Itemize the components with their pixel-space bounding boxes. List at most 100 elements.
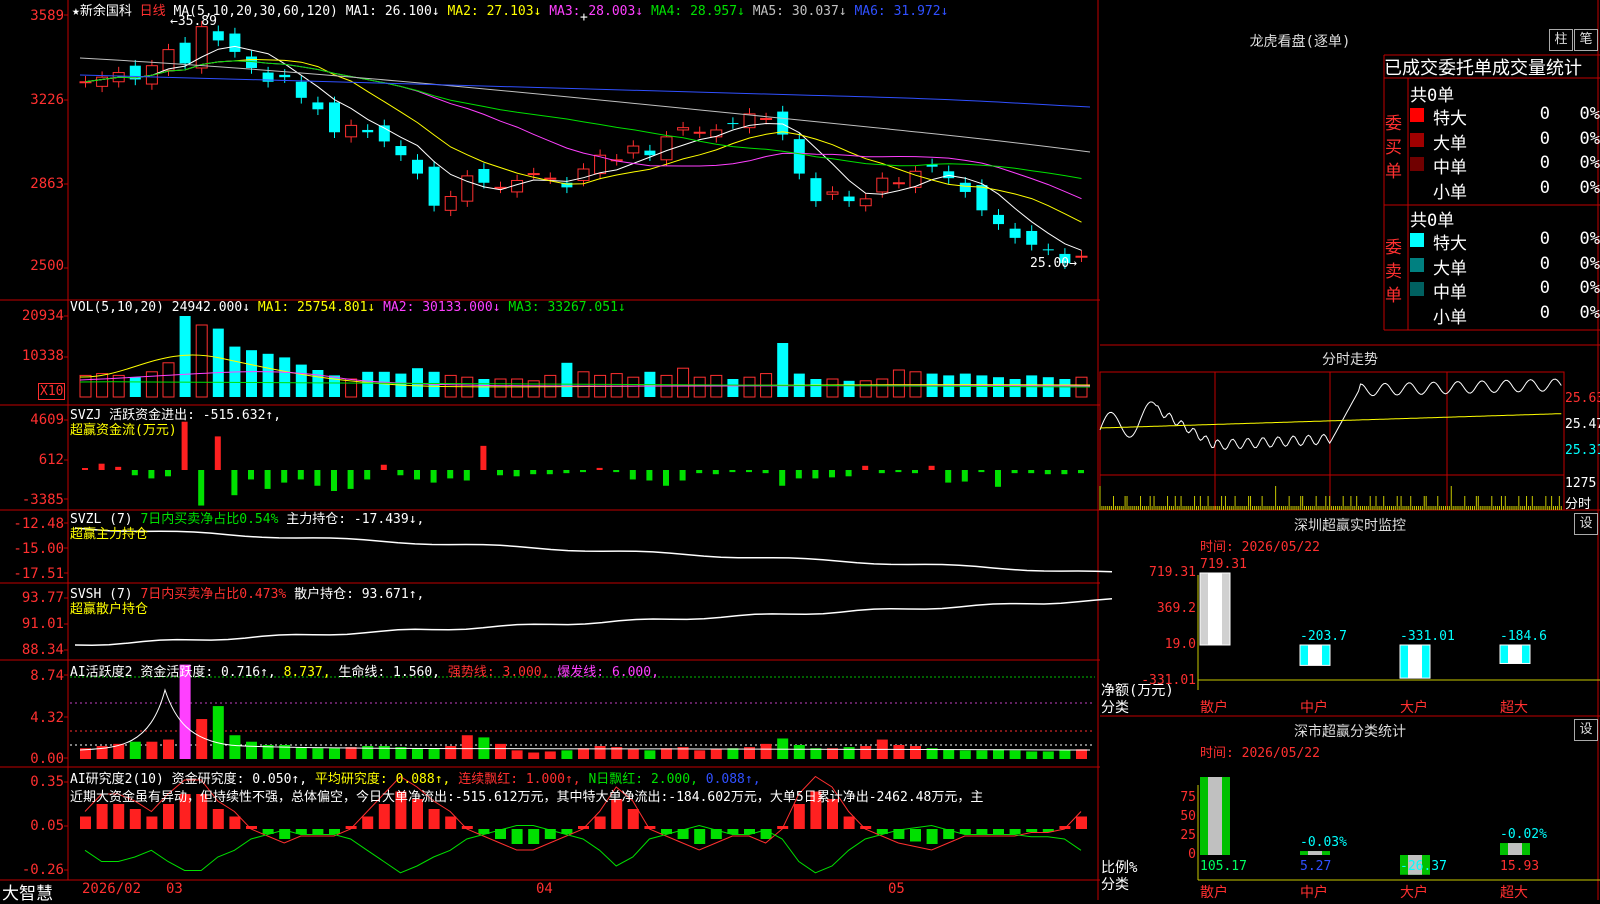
candle-down (727, 123, 739, 125)
order-swatch (1410, 257, 1424, 272)
candle-down (810, 178, 822, 202)
monitor-settings-button[interactable]: 设 (1574, 513, 1598, 535)
candle-down (777, 111, 789, 135)
ai-bar (295, 747, 307, 759)
ai-bar (1059, 750, 1071, 759)
ma-line (85, 58, 1082, 223)
ai2-t2: 平均研究度: (314, 772, 388, 787)
svzj-bar (231, 470, 238, 496)
ma-line (79, 74, 1091, 108)
candle-up (892, 182, 905, 185)
ai2-tick: 0.05 (30, 818, 64, 834)
stat-settings-button[interactable]: 设 (1574, 719, 1598, 741)
ai2-t3: 连续飘红: (458, 772, 519, 787)
ai-v2: 8.737, (283, 665, 331, 680)
bar-mode-button[interactable]: 柱 (1549, 29, 1573, 51)
ai2-v2: 0.088↑, (395, 772, 451, 787)
price-tick: 2500 (30, 258, 64, 274)
vol-bar (810, 379, 822, 397)
svzj-bar (248, 470, 254, 480)
candle-up (527, 173, 540, 176)
vol-bar (743, 376, 756, 398)
candle-up (693, 131, 706, 134)
ai2-bar (528, 829, 540, 844)
monitor-xlabel: 分类 (1101, 700, 1129, 716)
ai-bar (627, 749, 639, 759)
period-label[interactable]: 日线 (140, 4, 166, 19)
ai2-tick: 0.35 (30, 774, 64, 790)
svzj-bar (1028, 470, 1035, 474)
vol-value: 24942.000↓ (171, 300, 251, 315)
month-04: 04 (536, 881, 553, 897)
svzj-bar (414, 470, 420, 480)
vol-bar (295, 364, 307, 397)
order-count: 0 (1539, 253, 1550, 274)
ai2-bar (445, 816, 457, 829)
ai2-bar (926, 829, 938, 844)
svzj-bar (629, 470, 636, 480)
ai2-bar (229, 816, 241, 829)
month-03: 03 (166, 881, 183, 897)
ai-bar (412, 748, 423, 759)
svzl-tick: -15.00 (13, 541, 64, 557)
order-pct: 0% (1579, 177, 1600, 198)
candle-down (229, 33, 241, 52)
stock-name[interactable]: ★新余国科 (72, 4, 132, 19)
candle-down (976, 185, 988, 211)
ai2-bar (146, 816, 158, 829)
stat-xlabel: 分类 (1101, 877, 1129, 893)
svzj-bar (364, 470, 371, 480)
svzj-bar (663, 470, 669, 486)
candle-up (660, 136, 673, 161)
ai-bar (1042, 751, 1054, 759)
ai-t3: 生命线: (338, 665, 386, 680)
analysis-comment: 近期大资金虽有异动，但持续性不强，总体偏空，今日大单净流出:-515.612万元… (70, 790, 984, 805)
svzj-tick: 4609 (30, 412, 64, 428)
fs-price-line (1099, 378, 1562, 450)
svzj-bar (978, 470, 985, 473)
candle-down (395, 146, 407, 156)
brand-logo[interactable]: 大智慧 (2, 879, 53, 904)
longhu-title: 龙虎看盘(逐单) (1249, 34, 1351, 50)
monitor-title: 深圳超赢实时监控 (1294, 518, 1406, 534)
monitor-tick: 719.31 (1149, 565, 1196, 580)
ai-v1: 0.716↑, (220, 665, 276, 680)
ai-t4: 强势线: (447, 665, 495, 680)
ai2-t1: 资金研究度: (171, 772, 245, 787)
stat-category: 大户 (1400, 885, 1428, 901)
svzj-bar (795, 470, 802, 479)
stat-time: 时间: 2026/05/22 (1200, 746, 1320, 761)
svzl-tick: -12.48 (13, 516, 64, 532)
vol-unit-badge[interactable]: X10 (38, 383, 66, 400)
monitor-time: 时间: 2026/05/22 (1200, 540, 1320, 555)
candle-up (195, 26, 208, 69)
ai2-bar (378, 804, 390, 829)
candle-down (793, 139, 805, 174)
svzj-bar (397, 470, 404, 476)
ai2-bar (246, 826, 257, 829)
ai2-bar (1009, 829, 1021, 834)
vol-bar (993, 377, 1004, 397)
ai-bar (760, 743, 772, 759)
price-tick: 3589 (30, 8, 64, 24)
ai-tick: 8.74 (30, 668, 64, 684)
ma-value-4: MA4: 28.957↓ (650, 4, 745, 19)
candle-down (993, 214, 1004, 225)
kline-chart-area[interactable] (0, 0, 1600, 900)
order-name: 小单 (1433, 307, 1467, 328)
price-tick: 2863 (30, 176, 64, 192)
order-name: 大单 (1433, 133, 1467, 154)
ai-bar (1076, 749, 1087, 759)
ai-bar (212, 706, 224, 759)
svzj-bar (895, 470, 902, 473)
monitor-category: 超大 (1500, 700, 1528, 716)
order-name: 特大 (1433, 109, 1467, 129)
order-count: 0 (1539, 128, 1550, 149)
tick-mode-button[interactable]: 笔 (1574, 29, 1598, 51)
svzj-bar (198, 470, 205, 506)
vol-bar (511, 378, 524, 398)
ai-bar (511, 750, 523, 759)
svsh-tick: 91.01 (21, 616, 64, 632)
vol-bar (279, 357, 291, 397)
svzj-subtitle: 超赢资金流(万元) (70, 423, 177, 438)
